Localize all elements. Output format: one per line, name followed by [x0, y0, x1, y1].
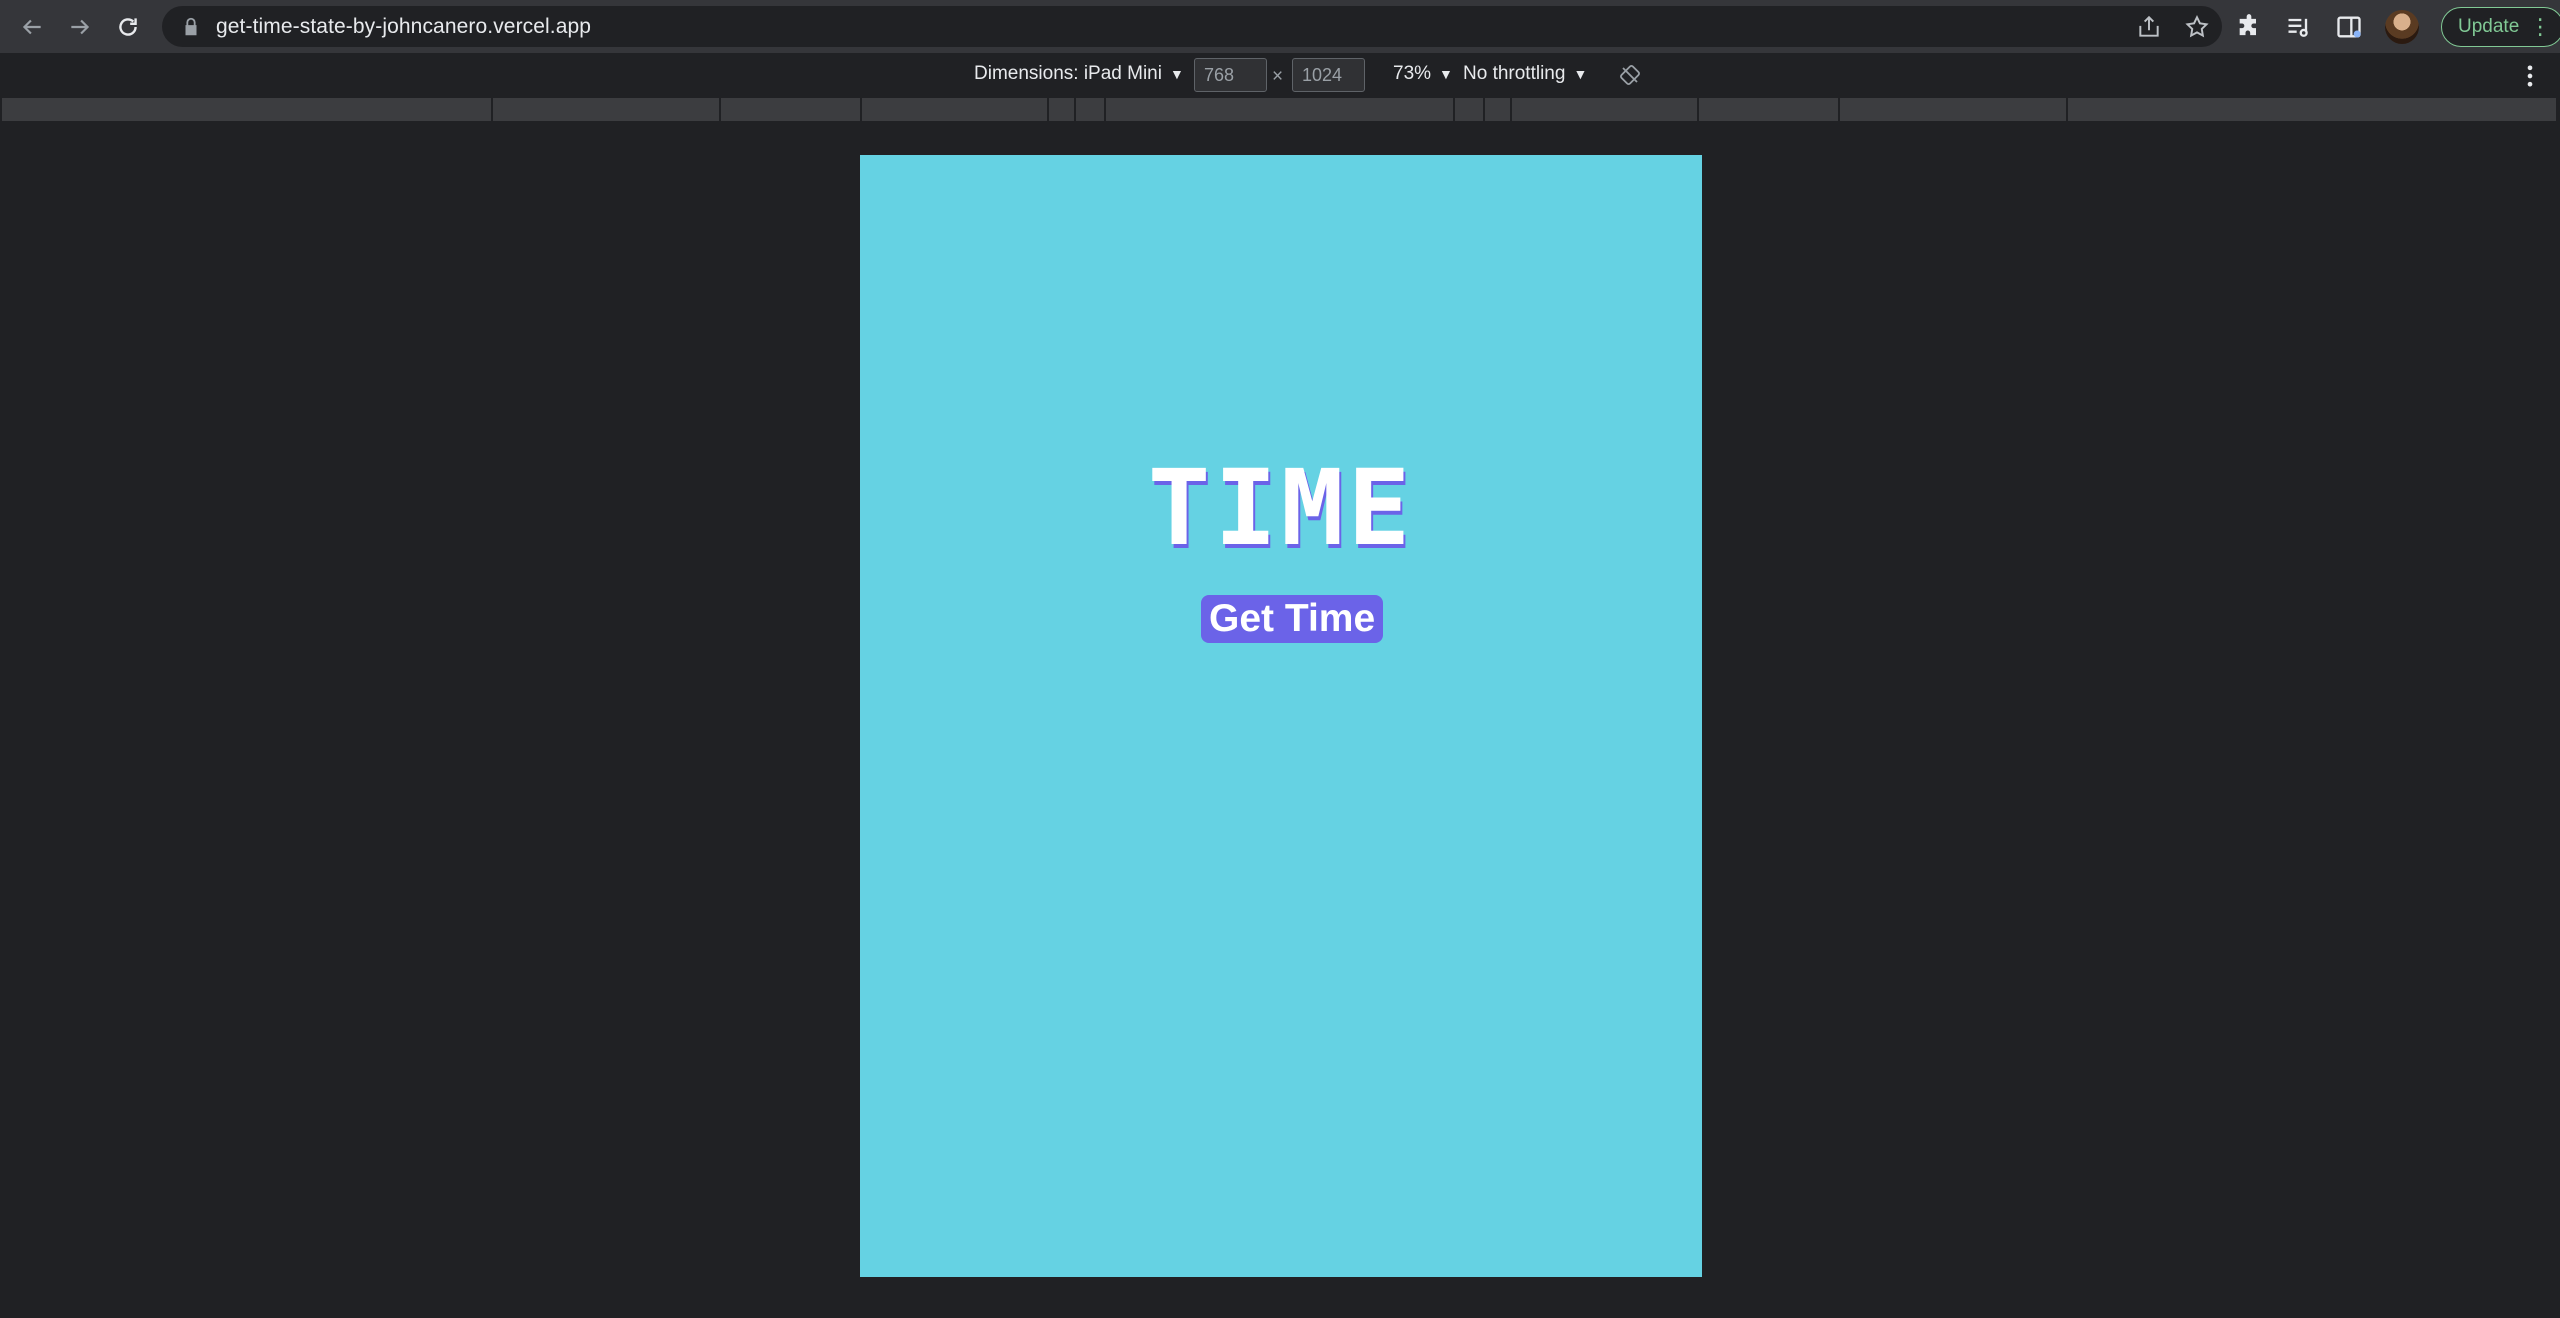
browser-toolbar: get-time-state-by-johncanero.vercel.app …: [0, 0, 2560, 53]
more-vertical-icon: ⋮: [2529, 13, 2552, 39]
media-query-segment[interactable]: [1049, 98, 1076, 121]
zoom-select[interactable]: 73% ▼: [1393, 63, 1453, 85]
rotate-icon[interactable]: [1618, 63, 1642, 87]
media-query-segment[interactable]: [1512, 98, 1699, 121]
media-query-bar: [0, 98, 2560, 122]
width-input[interactable]: 768: [1194, 58, 1267, 92]
dimension-separator: ×: [1272, 66, 1284, 87]
zoom-label: 73%: [1393, 63, 1432, 84]
media-query-segment[interactable]: [721, 98, 862, 121]
address-bar[interactable]: get-time-state-by-johncanero.vercel.app: [162, 6, 2222, 47]
arrow-left-icon: [22, 19, 41, 34]
update-label: Update: [2458, 15, 2520, 37]
reload-button[interactable]: [104, 3, 152, 51]
media-query-segment[interactable]: [1076, 98, 1106, 121]
media-query-segment[interactable]: [1840, 98, 2068, 121]
media-query-segment[interactable]: [1485, 98, 1512, 121]
device-viewport: TIME Get Time: [860, 155, 1702, 1277]
throttling-label: No throttling: [1463, 63, 1566, 84]
media-query-segment[interactable]: [2, 98, 493, 121]
height-input[interactable]: 1024: [1292, 58, 1365, 92]
device-dimensions-label: Dimensions: iPad Mini: [974, 63, 1162, 84]
media-query-segment[interactable]: [1106, 98, 1455, 121]
url-text[interactable]: get-time-state-by-johncanero.vercel.app: [216, 15, 591, 39]
bookmark-star-icon[interactable]: [2184, 14, 2210, 40]
media-query-segment[interactable]: [862, 98, 1049, 121]
get-time-button[interactable]: Get Time: [1201, 595, 1384, 643]
share-icon[interactable]: [2136, 14, 2162, 40]
arrow-right-icon: [71, 19, 90, 34]
back-button[interactable]: [8, 3, 56, 51]
lock-icon: [185, 17, 197, 35]
media-query-segment[interactable]: [1455, 98, 1485, 121]
caret-down-icon: ▼: [1439, 66, 1453, 82]
media-query-segment[interactable]: [493, 98, 721, 121]
update-button[interactable]: Update ⋮: [2441, 6, 2560, 47]
more-options-icon[interactable]: [2523, 62, 2537, 90]
caret-down-icon: ▼: [1573, 66, 1588, 82]
media-query-segment[interactable]: [2068, 98, 2558, 121]
forward-button[interactable]: [56, 3, 104, 51]
device-toolbar: Dimensions: iPad Mini ▼ 768 × 1024 73% ▼…: [0, 54, 2560, 98]
media-query-segment[interactable]: [1699, 98, 1840, 121]
side-panel-icon[interactable]: [2335, 13, 2363, 41]
media-queue-icon[interactable]: [2285, 13, 2313, 41]
device-dimensions-select[interactable]: Dimensions: iPad Mini ▼: [974, 63, 1184, 85]
extensions-icon[interactable]: [2235, 13, 2263, 41]
page-title: TIME: [1147, 447, 1415, 569]
reload-icon: [119, 17, 137, 36]
throttling-select[interactable]: No throttling ▼: [1463, 63, 1587, 85]
profile-avatar[interactable]: [2385, 9, 2419, 44]
caret-down-icon: ▼: [1169, 66, 1184, 82]
